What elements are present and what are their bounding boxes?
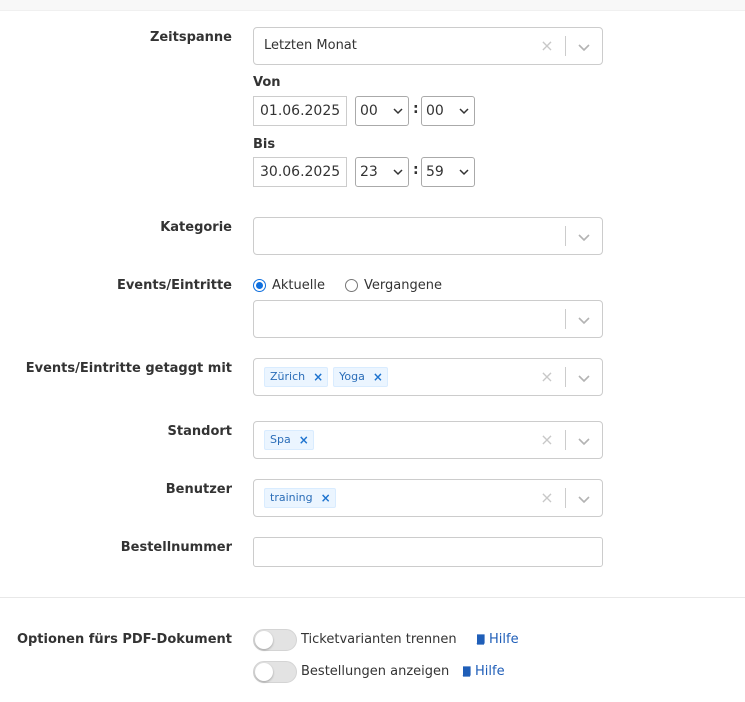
select-separator xyxy=(565,226,566,246)
chevron-down-icon xyxy=(393,169,403,176)
toggle-ticketvarianten-label: Ticketvarianten trennen xyxy=(301,632,457,647)
tag-spa: Spa × xyxy=(264,430,314,450)
tag-yoga: Yoga × xyxy=(333,367,388,387)
von-minute-value: 00 xyxy=(426,103,444,119)
select-separator xyxy=(565,430,566,450)
tag-label: Spa xyxy=(270,433,291,446)
zeitspanne-label: Zeitspanne xyxy=(149,30,232,45)
radio-unchecked-icon[interactable] xyxy=(345,279,358,292)
tag-training: training × xyxy=(264,488,336,508)
tag-label: Zürich xyxy=(270,370,306,383)
bis-minute-select[interactable]: 59 xyxy=(421,157,475,187)
select-separator xyxy=(565,367,566,387)
chevron-down-icon xyxy=(459,169,469,176)
book-icon xyxy=(476,634,485,645)
radio-checked-icon[interactable] xyxy=(253,279,266,292)
toggle-knob xyxy=(255,663,273,681)
bis-hour-value: 23 xyxy=(360,164,378,180)
toggle-bestellungen[interactable] xyxy=(253,661,297,683)
clear-icon[interactable]: × xyxy=(540,488,554,508)
von-minute-select[interactable]: 00 xyxy=(421,96,475,126)
radio-vergangene[interactable]: Vergangene xyxy=(345,278,442,293)
tag-list: Spa × xyxy=(264,430,314,450)
radio-aktuelle[interactable]: Aktuelle xyxy=(253,278,325,293)
standort-label: Standort xyxy=(167,424,232,439)
bis-minute-value: 59 xyxy=(426,164,444,180)
help-link-label[interactable]: Hilfe xyxy=(489,632,519,647)
book-icon xyxy=(462,666,471,677)
chevron-down-icon[interactable] xyxy=(576,433,592,449)
top-bar xyxy=(0,0,745,11)
toggle-ticketvarianten[interactable] xyxy=(253,629,297,651)
toggle-bestellungen-label: Bestellungen anzeigen xyxy=(301,664,450,679)
tag-label: Yoga xyxy=(339,370,365,383)
kategorie-label: Kategorie xyxy=(160,220,232,235)
clear-icon[interactable]: × xyxy=(540,430,554,450)
events-label: Events/Eintritte xyxy=(116,278,232,293)
remove-tag-icon[interactable]: × xyxy=(373,368,383,386)
tag-list: Zürich × Yoga × xyxy=(264,367,388,387)
bis-label: Bis xyxy=(253,137,276,152)
bestellnummer-input[interactable] xyxy=(253,537,603,567)
zeitspanne-select[interactable]: Letzten Monat × xyxy=(253,27,603,65)
radio-aktuelle-label: Aktuelle xyxy=(272,278,325,293)
chevron-down-icon[interactable] xyxy=(576,312,592,328)
select-separator xyxy=(565,36,566,56)
bis-date-input[interactable]: 30.06.2025 xyxy=(253,157,347,187)
help-link-label[interactable]: Hilfe xyxy=(475,664,505,679)
benutzer-select[interactable]: training × × xyxy=(253,479,603,517)
section-divider xyxy=(0,597,745,598)
bestellnummer-label: Bestellnummer xyxy=(120,540,232,555)
benutzer-label: Benutzer xyxy=(165,482,232,497)
help-link-bestellungen[interactable]: Hilfe xyxy=(461,664,505,679)
select-separator xyxy=(565,309,566,329)
remove-tag-icon[interactable]: × xyxy=(299,431,309,449)
chevron-down-icon xyxy=(393,108,403,115)
events-tagged-select[interactable]: Zürich × Yoga × × xyxy=(253,358,603,396)
remove-tag-icon[interactable]: × xyxy=(321,489,331,507)
pdf-options-label: Optionen fürs PDF-Dokument xyxy=(16,632,232,647)
von-label: Von xyxy=(253,75,281,90)
remove-tag-icon[interactable]: × xyxy=(313,368,323,386)
select-separator xyxy=(565,488,566,508)
chevron-down-icon[interactable] xyxy=(576,39,592,55)
help-link-ticketvarianten[interactable]: Hilfe xyxy=(475,632,519,647)
toggle-knob xyxy=(255,631,273,649)
bis-hour-select[interactable]: 23 xyxy=(355,157,409,187)
time-colon: : xyxy=(413,162,419,178)
chevron-down-icon[interactable] xyxy=(576,491,592,507)
kategorie-select[interactable] xyxy=(253,217,603,255)
events-tagged-label: Events/Eintritte getaggt mit xyxy=(25,361,232,376)
time-colon: : xyxy=(413,101,419,117)
von-hour-value: 00 xyxy=(360,103,378,119)
clear-icon[interactable]: × xyxy=(540,36,554,56)
events-select[interactable] xyxy=(253,300,603,338)
tag-label: training xyxy=(270,491,313,504)
zeitspanne-value: Letzten Monat xyxy=(264,38,357,53)
von-hour-select[interactable]: 00 xyxy=(355,96,409,126)
clear-icon[interactable]: × xyxy=(540,367,554,387)
tag-zurich: Zürich × xyxy=(264,367,329,387)
chevron-down-icon xyxy=(459,108,469,115)
chevron-down-icon[interactable] xyxy=(576,370,592,386)
von-date-input[interactable]: 01.06.2025 xyxy=(253,96,347,126)
standort-select[interactable]: Spa × × xyxy=(253,421,603,459)
chevron-down-icon[interactable] xyxy=(576,229,592,245)
radio-vergangene-label: Vergangene xyxy=(364,278,442,293)
tag-list: training × xyxy=(264,488,336,508)
